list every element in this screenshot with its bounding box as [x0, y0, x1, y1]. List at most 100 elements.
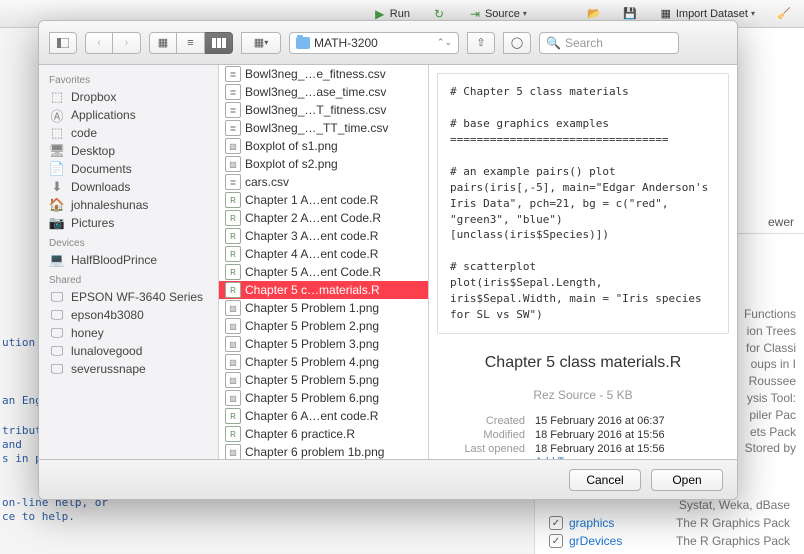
checkbox-icon[interactable]: ✓ [549, 534, 563, 548]
file-name: cars.csv [245, 175, 289, 189]
file-row[interactable]: ≣Bowl3neg_…e_fitness.csv [219, 65, 428, 83]
file-type-icon: ≣ [225, 102, 241, 118]
sidebar-item-johnaleshunas[interactable]: 🏠johnaleshunas [39, 196, 218, 214]
file-name: Bowl3neg_…_TT_time.csv [245, 121, 388, 135]
sidebar-item-documents[interactable]: 📄Documents [39, 160, 218, 178]
file-row[interactable]: ≣Bowl3neg_…ase_time.csv [219, 83, 428, 101]
forward-button[interactable]: › [113, 32, 141, 54]
sidebar-item-icon: ⬚ [49, 90, 65, 104]
view-list-button[interactable]: ≡ [177, 32, 205, 54]
display-icon: 🖵 [49, 290, 65, 304]
sidebar-item-applications[interactable]: ⒶApplications [39, 106, 218, 124]
preview-pane: # Chapter 5 class materials # base graph… [429, 65, 737, 459]
file-row[interactable]: ▧Boxplot of s2.png [219, 155, 428, 173]
tags-button[interactable]: ◯ [503, 32, 531, 54]
package-name: grDevices [569, 534, 622, 548]
disk-icon: 💾 [623, 7, 637, 21]
file-name: Bowl3neg_…ase_time.csv [245, 85, 386, 99]
share-button[interactable]: ⇧ [467, 32, 495, 54]
file-row[interactable]: ▧Chapter 5 Problem 3.png [219, 335, 428, 353]
display-icon: 🖵 [49, 308, 65, 322]
file-row[interactable]: RChapter 6 practice.R [219, 425, 428, 443]
open-file-dialog: ‹ › ▦ ≡ ▦ ▾ MATH-3200 ⌃⌄ ⇧ ◯ 🔍 Search Fa… [38, 20, 738, 500]
checkbox-icon[interactable]: ✓ [549, 516, 563, 530]
file-row[interactable]: RChapter 5 c…materials.R [219, 281, 428, 299]
file-list-column[interactable]: ≣Bowl3neg_…e_fitness.csv≣Bowl3neg_…ase_t… [219, 65, 429, 459]
display-icon: 🖵 [49, 344, 65, 358]
grid-icon: ▦ [659, 7, 673, 21]
view-column-button[interactable] [205, 32, 233, 54]
sidebar-item-device[interactable]: 💻HalfBloodPrince [39, 251, 218, 269]
arrange-group: ▦ ▾ [241, 32, 281, 54]
sidebar-item-shared[interactable]: 🖵severussnape [39, 360, 218, 378]
file-row[interactable]: ▧Chapter 5 Problem 5.png [219, 371, 428, 389]
file-row[interactable]: R Chapter 2 A…ent Code.R [219, 209, 428, 227]
open-button[interactable]: Open [651, 469, 723, 491]
file-row[interactable]: ▧Chapter 5 Problem 4.png [219, 353, 428, 371]
sidebar-item-dropbox[interactable]: ⬚Dropbox [39, 88, 218, 106]
file-name: Bowl3neg_…T_fitness.csv [245, 103, 386, 117]
file-row[interactable]: RChapter 6 A…ent code.R [219, 407, 428, 425]
file-type-icon: ▧ [225, 390, 241, 406]
file-name: Chapter 4 A…ent code.R [245, 247, 378, 261]
file-row[interactable]: ≣cars.csv [219, 173, 428, 191]
modified-label: Modified [439, 429, 525, 441]
sidebar-item-downloads[interactable]: ⬇Downloads [39, 178, 218, 196]
file-type-icon: ▧ [225, 300, 241, 316]
view-mode-buttons: ▦ ≡ [149, 32, 233, 54]
file-name: Chapter 5 Problem 4.png [245, 355, 379, 369]
file-row[interactable]: ≣Bowl3neg_…_TT_time.csv [219, 119, 428, 137]
chevron-updown-icon: ⌃⌄ [437, 37, 452, 48]
file-row[interactable]: ▧Chapter 5 Problem 2.png [219, 317, 428, 335]
file-type-icon: R [225, 264, 241, 280]
sidebar-item-shared[interactable]: 🖵honey [39, 324, 218, 342]
file-type-icon: ≣ [225, 66, 241, 82]
sidebar-item-pictures[interactable]: 📷Pictures [39, 214, 218, 232]
sidebar-item-code[interactable]: ⬚code [39, 124, 218, 142]
file-row[interactable]: ≣ Bowl3neg_…T_fitness.csv [219, 101, 428, 119]
viewer-tab-label[interactable]: ewer [768, 215, 794, 229]
file-row[interactable]: RChapter 3 A…ent code.R [219, 227, 428, 245]
arrange-button[interactable]: ▦ ▾ [241, 32, 281, 54]
file-name: Chapter 2 A…ent Code.R [245, 211, 381, 225]
search-input[interactable]: 🔍 Search [539, 32, 679, 54]
back-button[interactable]: ‹ [85, 32, 113, 54]
view-icon-button[interactable]: ▦ [149, 32, 177, 54]
sidebar-item-shared[interactable]: 🖵 EPSON WF-3640 Series [39, 288, 218, 306]
run-label: Run [390, 8, 410, 20]
opened-label: Last opened [439, 443, 525, 455]
file-row[interactable]: R Chapter 1 A…ent code.R [219, 191, 428, 209]
clear-button[interactable]: 🧹 [770, 4, 798, 24]
package-row-graphics[interactable]: ✓ graphics The R Graphics Pack [541, 514, 798, 532]
tag-icon: ◯ [511, 36, 523, 49]
sidebar-toggle [49, 32, 77, 54]
file-row[interactable]: ▧Chapter 5 Problem 6.png [219, 389, 428, 407]
file-name: Chapter 5 Problem 1.png [245, 301, 379, 315]
display-icon: 🖵 [49, 362, 65, 376]
sidebar-item-shared[interactable]: 🖵epson4b3080 [39, 306, 218, 324]
folder-select[interactable]: MATH-3200 ⌃⌄ [289, 32, 459, 54]
file-name: Chapter 1 A…ent code.R [245, 193, 378, 207]
sidebar-item-label: HalfBloodPrince [71, 253, 157, 267]
file-row[interactable]: ▧Chapter 6 problem 1b.png [219, 443, 428, 459]
sidebar-item-icon: ⬇ [49, 180, 65, 194]
sidebar-show-button[interactable] [49, 32, 77, 54]
cancel-button[interactable]: Cancel [569, 469, 641, 491]
devices-header: Devices [39, 232, 218, 251]
file-row[interactable]: ▧ Chapter 5 Problem 1.png [219, 299, 428, 317]
dialog-toolbar: ‹ › ▦ ≡ ▦ ▾ MATH-3200 ⌃⌄ ⇧ ◯ 🔍 Search [39, 21, 737, 65]
sidebar-item-desktop[interactable]: 🖥Desktop [39, 142, 218, 160]
package-row-grdevices[interactable]: ✓ grDevices The R Graphics Pack [541, 532, 798, 550]
file-type-icon: R [225, 192, 241, 208]
sidebar-item-shared[interactable]: 🖵lunalovegood [39, 342, 218, 360]
file-row[interactable]: RChapter 5 A…ent Code.R [219, 263, 428, 281]
file-row[interactable]: ▧Boxplot of s1.png [219, 137, 428, 155]
file-row[interactable]: RChapter 4 A…ent code.R [219, 245, 428, 263]
sidebar-item-label: EPSON WF-3640 Series [71, 290, 203, 304]
finder-sidebar: Favorites ⬚DropboxⒶApplications⬚code🖥Des… [39, 65, 219, 459]
file-name: Chapter 6 practice.R [245, 427, 355, 441]
sidebar-item-icon: 📄 [49, 162, 65, 176]
preview-filename: Chapter 5 class materials.R [429, 342, 737, 378]
file-type-icon: R [225, 408, 241, 424]
file-type-icon: R [225, 210, 241, 226]
